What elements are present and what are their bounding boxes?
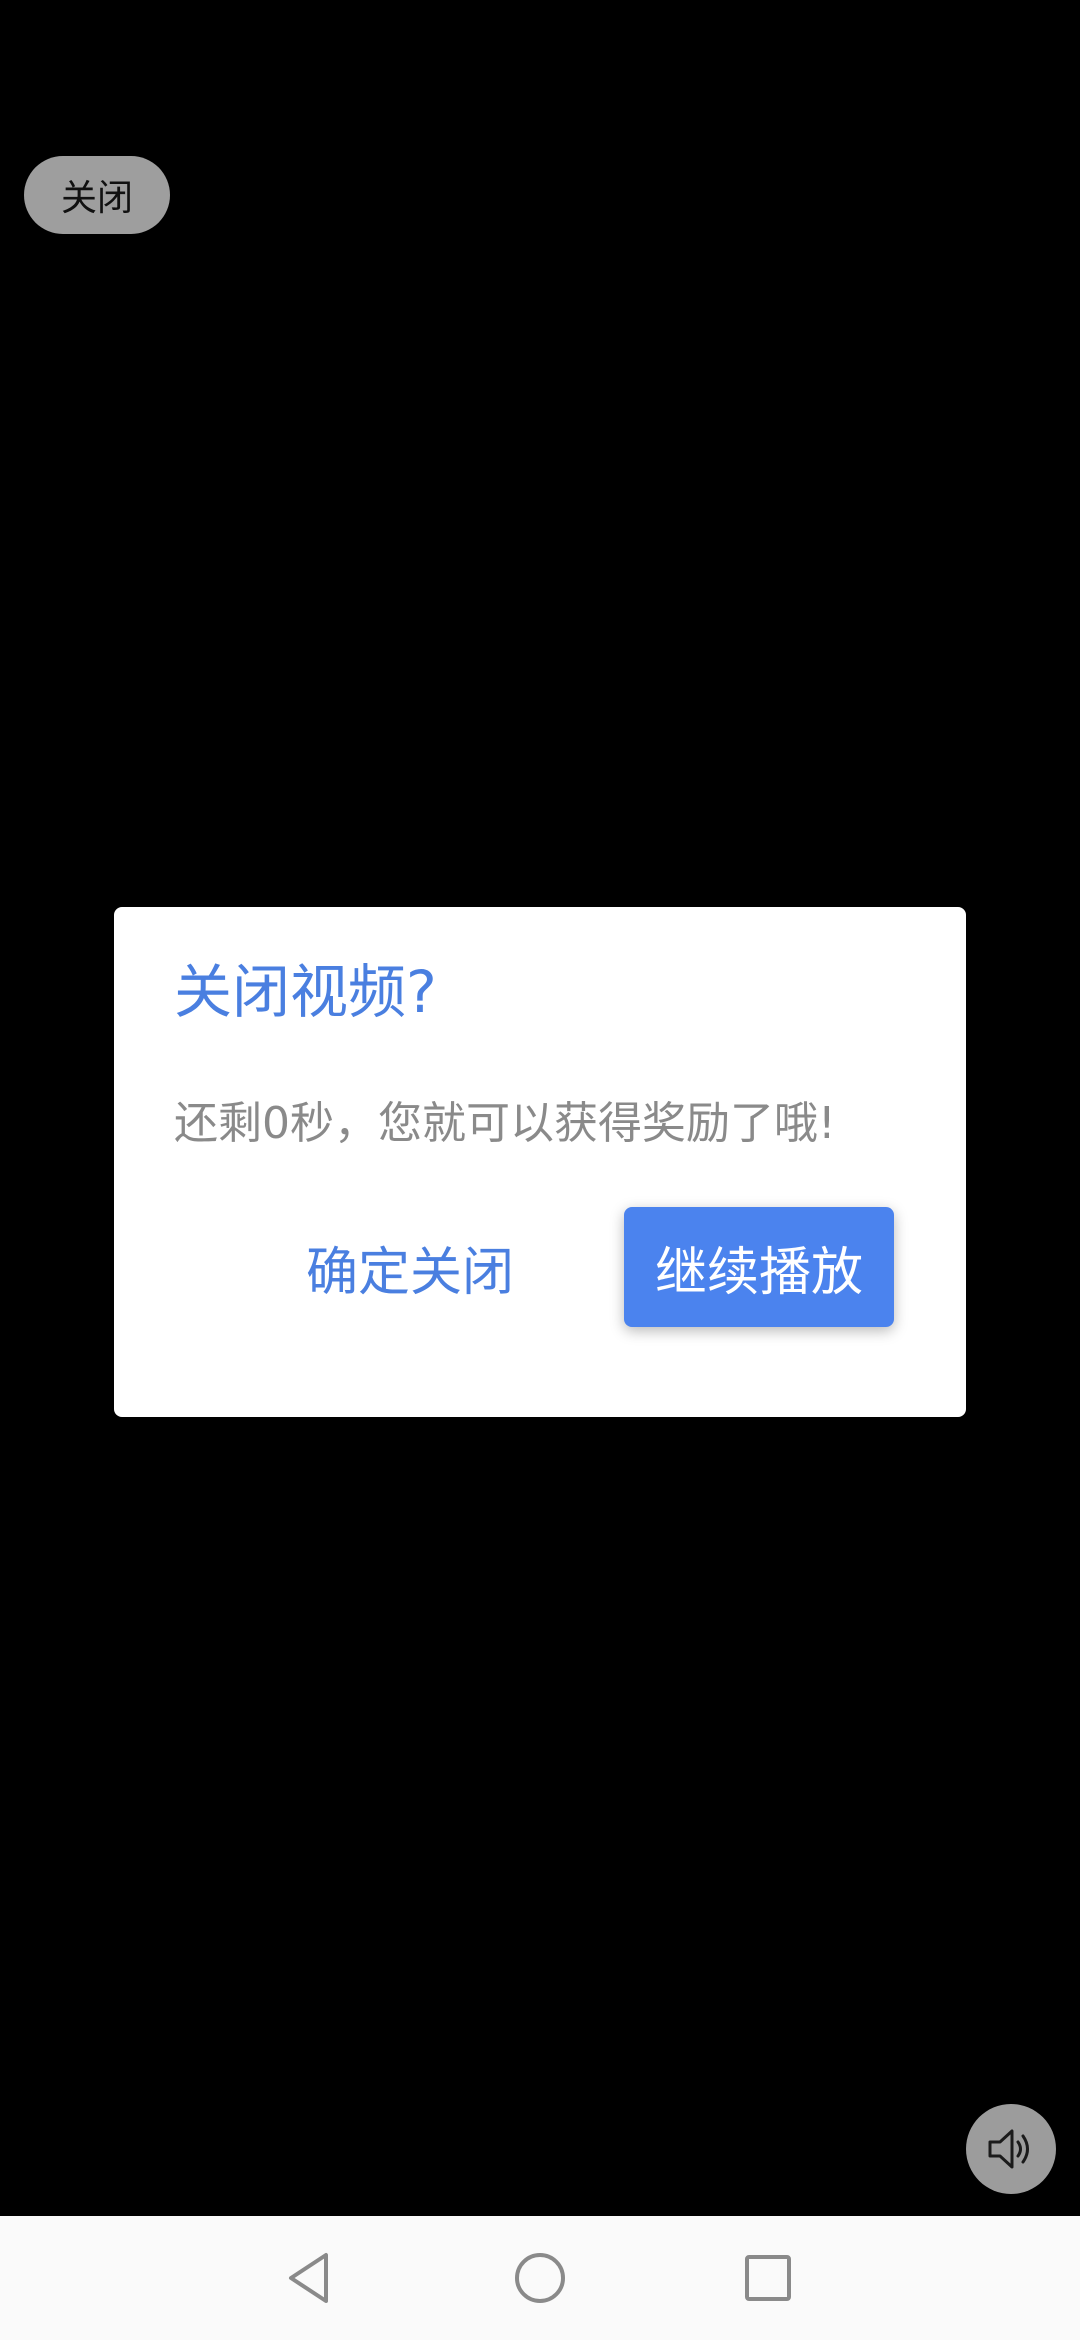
close-video-button[interactable]: 关闭: [24, 156, 170, 234]
close-video-dialog: 关闭视频? 还剩0秒，您就可以获得奖励了哦! 确定关闭 继续播放: [114, 907, 966, 1417]
recents-button[interactable]: [728, 2238, 808, 2318]
speaker-icon: [988, 2129, 1029, 2169]
home-circle-icon: [515, 2253, 565, 2303]
volume-button[interactable]: [966, 2104, 1056, 2194]
back-button[interactable]: [270, 2238, 350, 2318]
navigation-bar: [0, 2216, 1080, 2340]
confirm-close-label: 确定关闭: [305, 1242, 514, 1303]
dialog-title: 关闭视频?: [174, 958, 437, 1026]
home-button[interactable]: [500, 2238, 580, 2318]
continue-playing-button[interactable]: 继续播放: [624, 1207, 894, 1327]
confirm-close-button[interactable]: 确定关闭: [290, 1207, 530, 1327]
close-video-label: 关闭: [60, 178, 133, 219]
dialog-message: 还剩0秒，您就可以获得奖励了哦!: [174, 1098, 836, 1149]
back-triangle-icon: [289, 2253, 328, 2303]
recents-square-icon: [745, 2255, 791, 2301]
continue-playing-label: 继续播放: [654, 1242, 863, 1303]
